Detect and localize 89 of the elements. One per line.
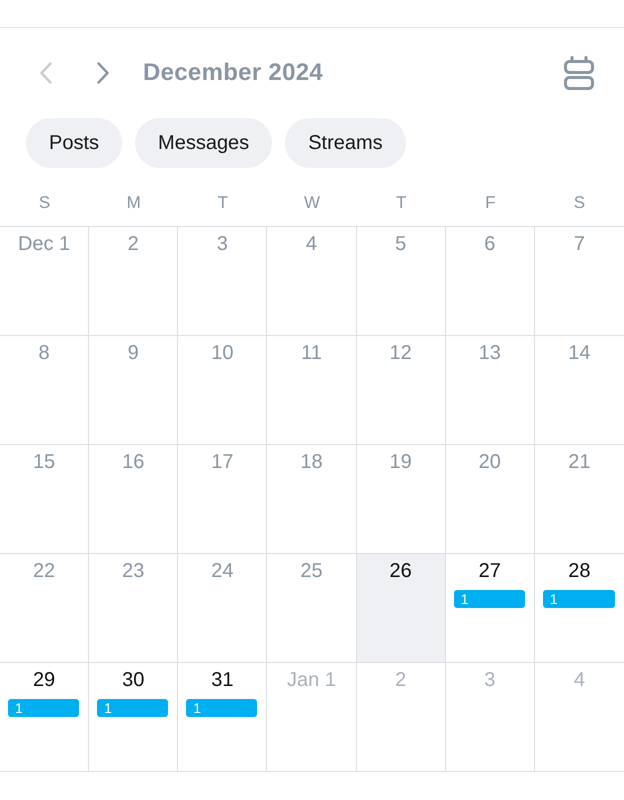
day-number: 16 — [122, 450, 144, 474]
day-number: 28 — [568, 559, 591, 583]
view-toggle-button[interactable] — [564, 56, 594, 90]
day-cell[interactable]: 20 — [446, 445, 535, 553]
day-cell[interactable]: 21 — [534, 445, 624, 553]
day-cell[interactable]: 15 — [0, 445, 90, 553]
day-cell[interactable]: 31 1 — [178, 663, 268, 771]
day-cell[interactable]: 10 — [178, 336, 268, 444]
weekday-label: S — [574, 193, 586, 213]
stacked-rows-icon — [564, 56, 594, 90]
chevron-right-icon — [97, 62, 109, 84]
day-number: 25 — [300, 559, 323, 583]
day-cell[interactable]: 19 — [356, 445, 446, 553]
day-number: 9 — [128, 341, 139, 365]
day-cell[interactable]: 29 1 — [0, 663, 90, 771]
day-cell[interactable]: 4 — [267, 227, 357, 335]
event-bar[interactable]: 1 — [542, 590, 615, 608]
weekday-label: T — [218, 193, 228, 213]
day-number: 13 — [478, 341, 501, 365]
day-number: 31 — [211, 668, 234, 692]
filter-chip[interactable]: Streams — [285, 118, 406, 168]
filter-chip[interactable]: Posts — [26, 118, 122, 168]
day-cell[interactable]: 14 — [534, 336, 624, 444]
day-number: 18 — [300, 450, 323, 474]
day-cell[interactable]: 6 — [446, 227, 535, 335]
day-number: 3 — [216, 232, 228, 256]
day-number: 4 — [574, 668, 585, 692]
filter-chip[interactable]: Messages — [135, 118, 272, 168]
day-cell[interactable]: 28 1 — [534, 554, 624, 662]
event-bar[interactable]: 1 — [97, 699, 168, 717]
day-number: 15 — [32, 450, 56, 474]
day-number: 17 — [211, 450, 234, 474]
weekday-label: M — [126, 193, 141, 213]
day-number: 10 — [211, 341, 234, 365]
day-number: 6 — [484, 232, 496, 256]
day-number: 5 — [395, 232, 406, 256]
day-cell[interactable]: 5 — [356, 227, 446, 335]
day-number: 19 — [390, 450, 412, 474]
day-cell[interactable]: 13 — [446, 336, 535, 444]
event-bar[interactable]: 1 — [454, 590, 525, 608]
event-bar[interactable]: 1 — [186, 699, 258, 717]
day-cell[interactable]: 18 — [267, 445, 357, 553]
day-cell[interactable]: 12 — [356, 336, 446, 444]
day-cell[interactable]: 2 — [356, 663, 446, 771]
day-cell[interactable]: 24 — [178, 554, 268, 662]
weekday-label: W — [304, 193, 320, 213]
day-cell[interactable]: 23 — [89, 554, 178, 662]
weekday-label: S — [38, 193, 50, 213]
day-number: 20 — [478, 450, 501, 474]
day-number: 2 — [395, 668, 406, 692]
day-cell[interactable]: 27 1 — [446, 554, 535, 662]
day-number: 11 — [301, 341, 322, 365]
day-number: 14 — [568, 341, 591, 365]
day-number: 26 — [390, 559, 412, 583]
day-cell[interactable]: 3 — [178, 227, 268, 335]
day-number: 2 — [128, 232, 139, 256]
day-number: 23 — [122, 559, 144, 583]
day-cell[interactable]: 11 — [267, 336, 357, 444]
event-bar[interactable]: 1 — [8, 699, 80, 717]
day-cell[interactable]: 3 — [446, 663, 535, 771]
weekday-label: T — [396, 193, 406, 213]
day-number: 21 — [568, 450, 591, 474]
day-number: Jan 1 — [287, 668, 336, 692]
day-number: 4 — [306, 232, 318, 256]
today-cell[interactable]: 26 — [356, 554, 446, 662]
day-cell[interactable]: Dec 1 — [0, 227, 90, 335]
day-cell[interactable]: 8 — [0, 336, 90, 444]
day-number: 7 — [574, 232, 585, 256]
day-cell[interactable]: 30 1 — [89, 663, 178, 771]
day-cell[interactable]: 16 — [89, 445, 178, 553]
day-number: 29 — [32, 668, 56, 692]
day-number: Dec 1 — [18, 232, 70, 256]
day-number: 12 — [390, 341, 412, 365]
day-number: 27 — [478, 559, 501, 583]
day-cell[interactable]: 17 — [178, 445, 268, 553]
day-number: 22 — [32, 559, 56, 583]
day-cell[interactable]: Jan 1 — [267, 663, 357, 771]
day-cell[interactable]: 22 — [0, 554, 90, 662]
day-cell[interactable]: 7 — [534, 227, 624, 335]
day-number: 24 — [211, 559, 234, 583]
chevron-left-icon — [40, 62, 52, 84]
day-number: 30 — [122, 668, 144, 692]
day-number: 3 — [484, 668, 496, 692]
day-number: 8 — [38, 341, 50, 365]
day-cell[interactable]: 4 — [534, 663, 624, 771]
day-cell[interactable]: 2 — [89, 227, 178, 335]
day-cell[interactable]: 9 — [89, 336, 178, 444]
month-title: December 2024 — [143, 59, 324, 87]
weekday-label: F — [485, 193, 496, 213]
